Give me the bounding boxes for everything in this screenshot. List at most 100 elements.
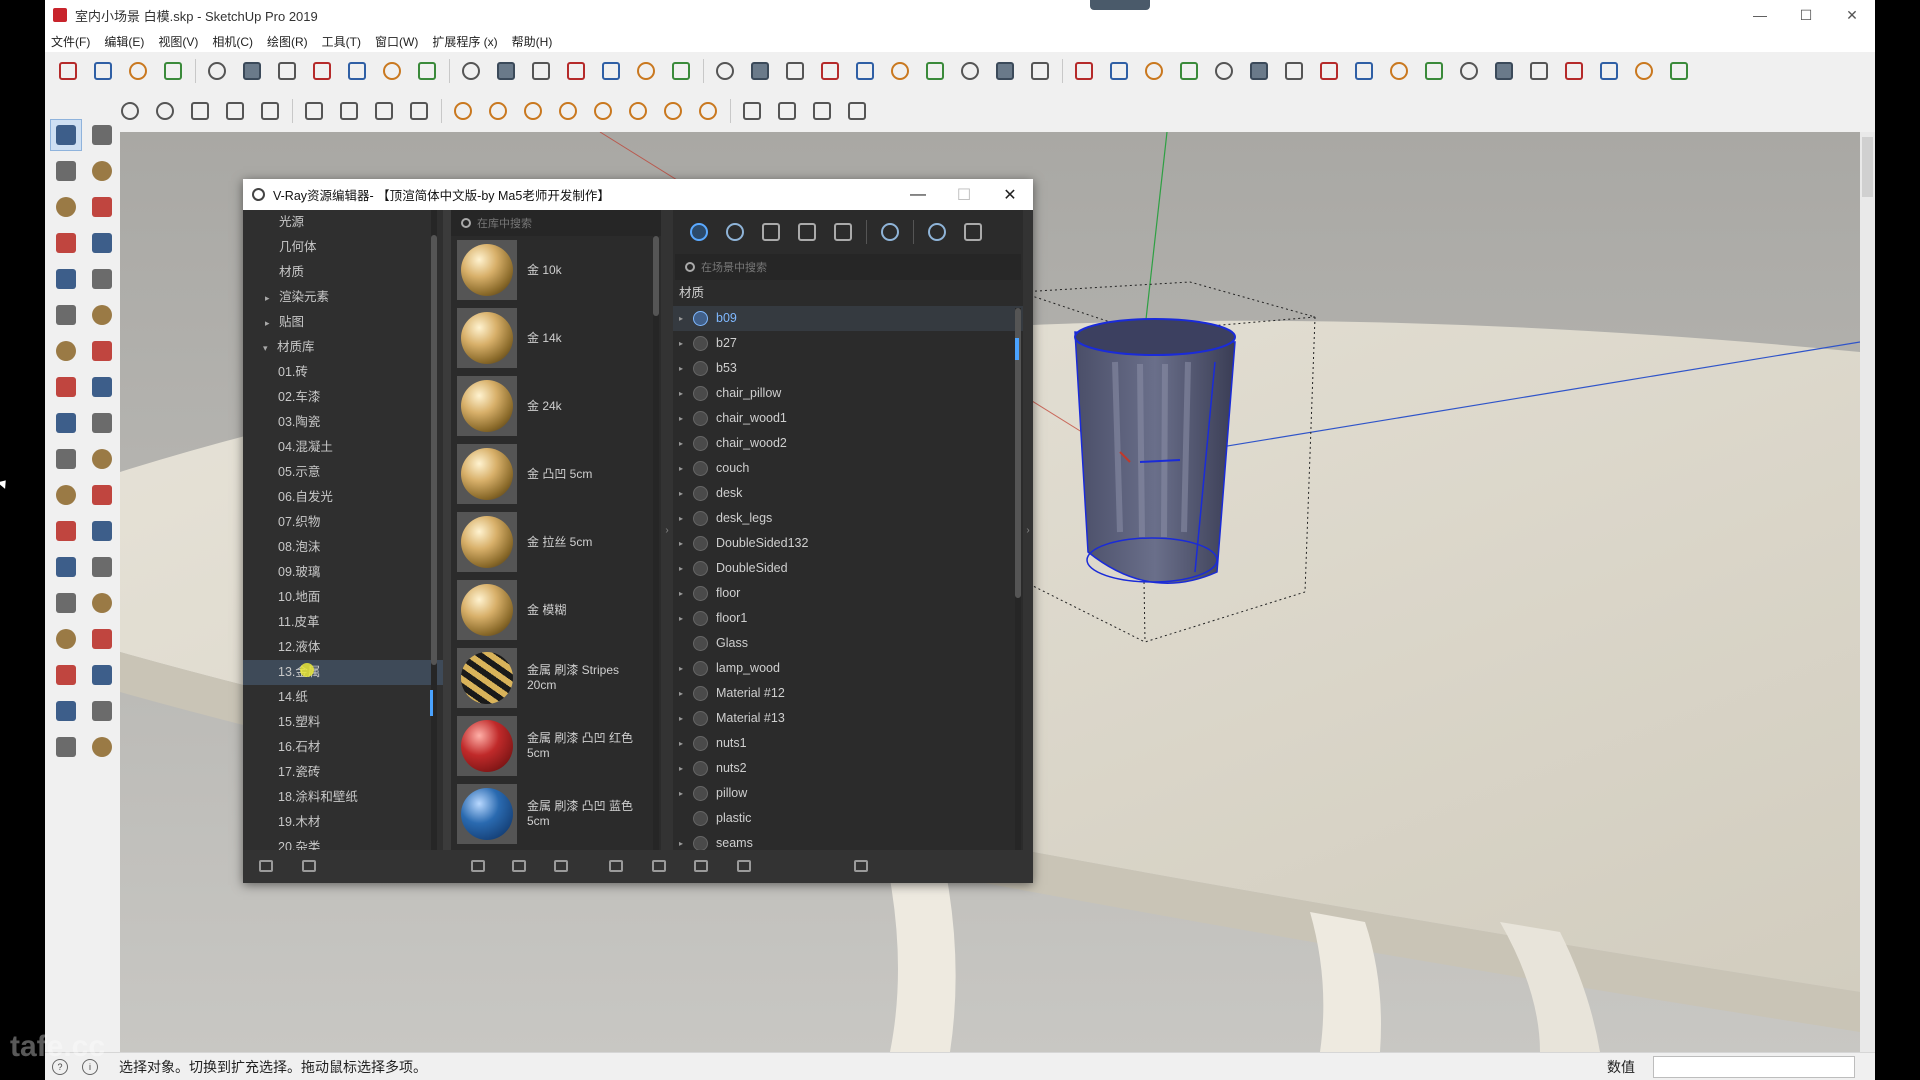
light-spot-icon[interactable] xyxy=(450,98,476,124)
tree-item[interactable]: 08.泡沫 xyxy=(243,535,443,560)
scene-search[interactable]: 在场景中搜索 xyxy=(675,254,1021,280)
scene-material-row[interactable]: ▸ chair_pillow xyxy=(673,381,1023,406)
save-icon[interactable] xyxy=(301,858,317,874)
menu-edit[interactable]: 编辑(E) xyxy=(104,33,144,50)
light-plane-icon[interactable] xyxy=(520,98,546,124)
library-material-item[interactable]: 金 14k xyxy=(451,304,661,372)
print-icon[interactable] xyxy=(379,58,405,84)
tree-item[interactable]: 11.皮革 xyxy=(243,610,443,635)
geometry-tab-icon[interactable] xyxy=(760,221,782,243)
scene-material-row[interactable]: ▸ b09 xyxy=(673,306,1023,331)
arc-1-icon[interactable] xyxy=(1071,58,1097,84)
scene-material-row[interactable]: ▸ floor1 xyxy=(673,606,1023,631)
zoom-tool-icon[interactable] xyxy=(51,624,81,654)
teapot-icon[interactable] xyxy=(152,98,178,124)
scatter-icon[interactable] xyxy=(844,98,870,124)
layers-icon[interactable] xyxy=(992,58,1018,84)
add-to-scene-icon[interactable] xyxy=(553,858,569,874)
tree-item[interactable]: 14.纸 xyxy=(243,685,443,710)
export-icon[interactable] xyxy=(693,858,709,874)
line-n-icon[interactable] xyxy=(1106,58,1132,84)
previous-tool-icon[interactable] xyxy=(87,660,117,690)
light-sun-icon[interactable] xyxy=(590,98,616,124)
maximize-button[interactable]: ☐ xyxy=(1783,0,1829,30)
tree-expand-icon[interactable]: ▾ xyxy=(263,336,277,361)
section-tool-icon[interactable] xyxy=(87,732,117,762)
tree-item[interactable]: ▾ 材质库 xyxy=(243,335,443,360)
library-material-item[interactable]: 金 凸凹 5cm xyxy=(451,440,661,508)
component-tool-icon[interactable] xyxy=(87,120,117,150)
zoom-extents-tool-icon[interactable] xyxy=(51,660,81,690)
frame-3-icon[interactable] xyxy=(371,98,397,124)
scene-material-row[interactable]: ▸ pillow xyxy=(673,781,1023,806)
expand-arrow-icon[interactable]: ▸ xyxy=(673,456,693,481)
arc-r-icon[interactable] xyxy=(1421,58,1447,84)
arc-c-icon[interactable] xyxy=(1351,58,1377,84)
create-asset-icon[interactable] xyxy=(608,858,624,874)
library-material-item[interactable]: 金 模糊 xyxy=(451,576,661,644)
vray-render-icon[interactable] xyxy=(414,58,440,84)
materials-tab-icon[interactable] xyxy=(688,221,710,243)
plane-icon[interactable] xyxy=(922,58,948,84)
textures-tab-icon[interactable] xyxy=(832,221,854,243)
scene-material-row[interactable]: ▸ desk xyxy=(673,481,1023,506)
vray-maximize-button[interactable]: ☐ xyxy=(941,179,987,210)
save-file-icon[interactable] xyxy=(125,58,151,84)
line-v-icon[interactable] xyxy=(1526,58,1552,84)
arc-left-icon[interactable] xyxy=(1666,58,1692,84)
line-i-icon[interactable] xyxy=(1211,58,1237,84)
teapot-2-icon[interactable] xyxy=(187,98,213,124)
rectangle-tool-icon[interactable] xyxy=(51,228,81,258)
default-tray-tab[interactable] xyxy=(1860,132,1875,1052)
expand-arrow-icon[interactable]: ▸ xyxy=(673,731,693,756)
select-tool-icon[interactable] xyxy=(50,119,82,151)
tree-item[interactable]: 15.塑料 xyxy=(243,710,443,735)
protractor-tool-icon[interactable] xyxy=(51,516,81,546)
frame-buffer-icon[interactable] xyxy=(962,221,984,243)
expand-arrow-icon[interactable]: ▸ xyxy=(673,381,693,406)
render-region-icon[interactable] xyxy=(222,98,248,124)
paint-bucket-icon[interactable] xyxy=(204,58,230,84)
menu-view[interactable]: 视图(V) xyxy=(158,33,198,50)
redo-icon[interactable] xyxy=(344,58,370,84)
walk-tool-icon[interactable] xyxy=(51,732,81,762)
light-mesh-icon[interactable] xyxy=(660,98,686,124)
close-button[interactable]: ✕ xyxy=(1829,0,1875,30)
tape-tool-icon[interactable] xyxy=(51,480,81,510)
tree-item[interactable]: 10.地面 xyxy=(243,585,443,610)
vray-proxy-icon[interactable] xyxy=(695,98,721,124)
zoom-window-tool-icon[interactable] xyxy=(87,624,117,654)
tree-item[interactable]: 20.杂类 xyxy=(243,835,443,850)
scene-material-row[interactable]: ▸ Material #12 xyxy=(673,681,1023,706)
polygon-tool-icon[interactable] xyxy=(87,264,117,294)
house-outline-icon[interactable] xyxy=(598,58,624,84)
arc-s-icon[interactable] xyxy=(1456,58,1482,84)
frame-buffer-icon[interactable] xyxy=(257,98,283,124)
tree-item[interactable]: 光源 xyxy=(243,210,443,235)
frame-icon[interactable] xyxy=(301,98,327,124)
tree-item[interactable]: 16.石材 xyxy=(243,735,443,760)
expand-arrow-icon[interactable]: ▸ xyxy=(673,356,693,381)
tree-item[interactable]: 几何体 xyxy=(243,235,443,260)
menu-camera[interactable]: 相机(C) xyxy=(212,33,253,50)
menu-extensions[interactable]: 扩展程序 (x) xyxy=(432,33,497,50)
light-sphere-icon[interactable] xyxy=(485,98,511,124)
tree-item[interactable]: ▸ 渲染元素 xyxy=(243,285,443,310)
push-pull-tool-icon[interactable] xyxy=(51,372,81,402)
arc-tool-icon[interactable] xyxy=(51,300,81,330)
dimension-tool-icon[interactable] xyxy=(87,480,117,510)
delete-icon[interactable] xyxy=(736,858,752,874)
tree-item[interactable]: 05.示意 xyxy=(243,460,443,485)
open-folder-icon[interactable] xyxy=(258,858,274,874)
shield-icon[interactable] xyxy=(712,58,738,84)
settings-gear-icon[interactable] xyxy=(879,221,901,243)
scene-material-row[interactable]: ▸ b27 xyxy=(673,331,1023,356)
tree-item[interactable]: 13.金属 xyxy=(243,660,443,685)
undo-icon[interactable] xyxy=(309,58,335,84)
refresh-icon[interactable] xyxy=(511,858,527,874)
square-icon[interactable] xyxy=(1281,58,1307,84)
polygon-icon[interactable] xyxy=(1561,58,1587,84)
cube-mesh-icon[interactable] xyxy=(774,98,800,124)
tree-item[interactable]: 06.自发光 xyxy=(243,485,443,510)
collapse-library-button[interactable]: › xyxy=(661,210,673,850)
